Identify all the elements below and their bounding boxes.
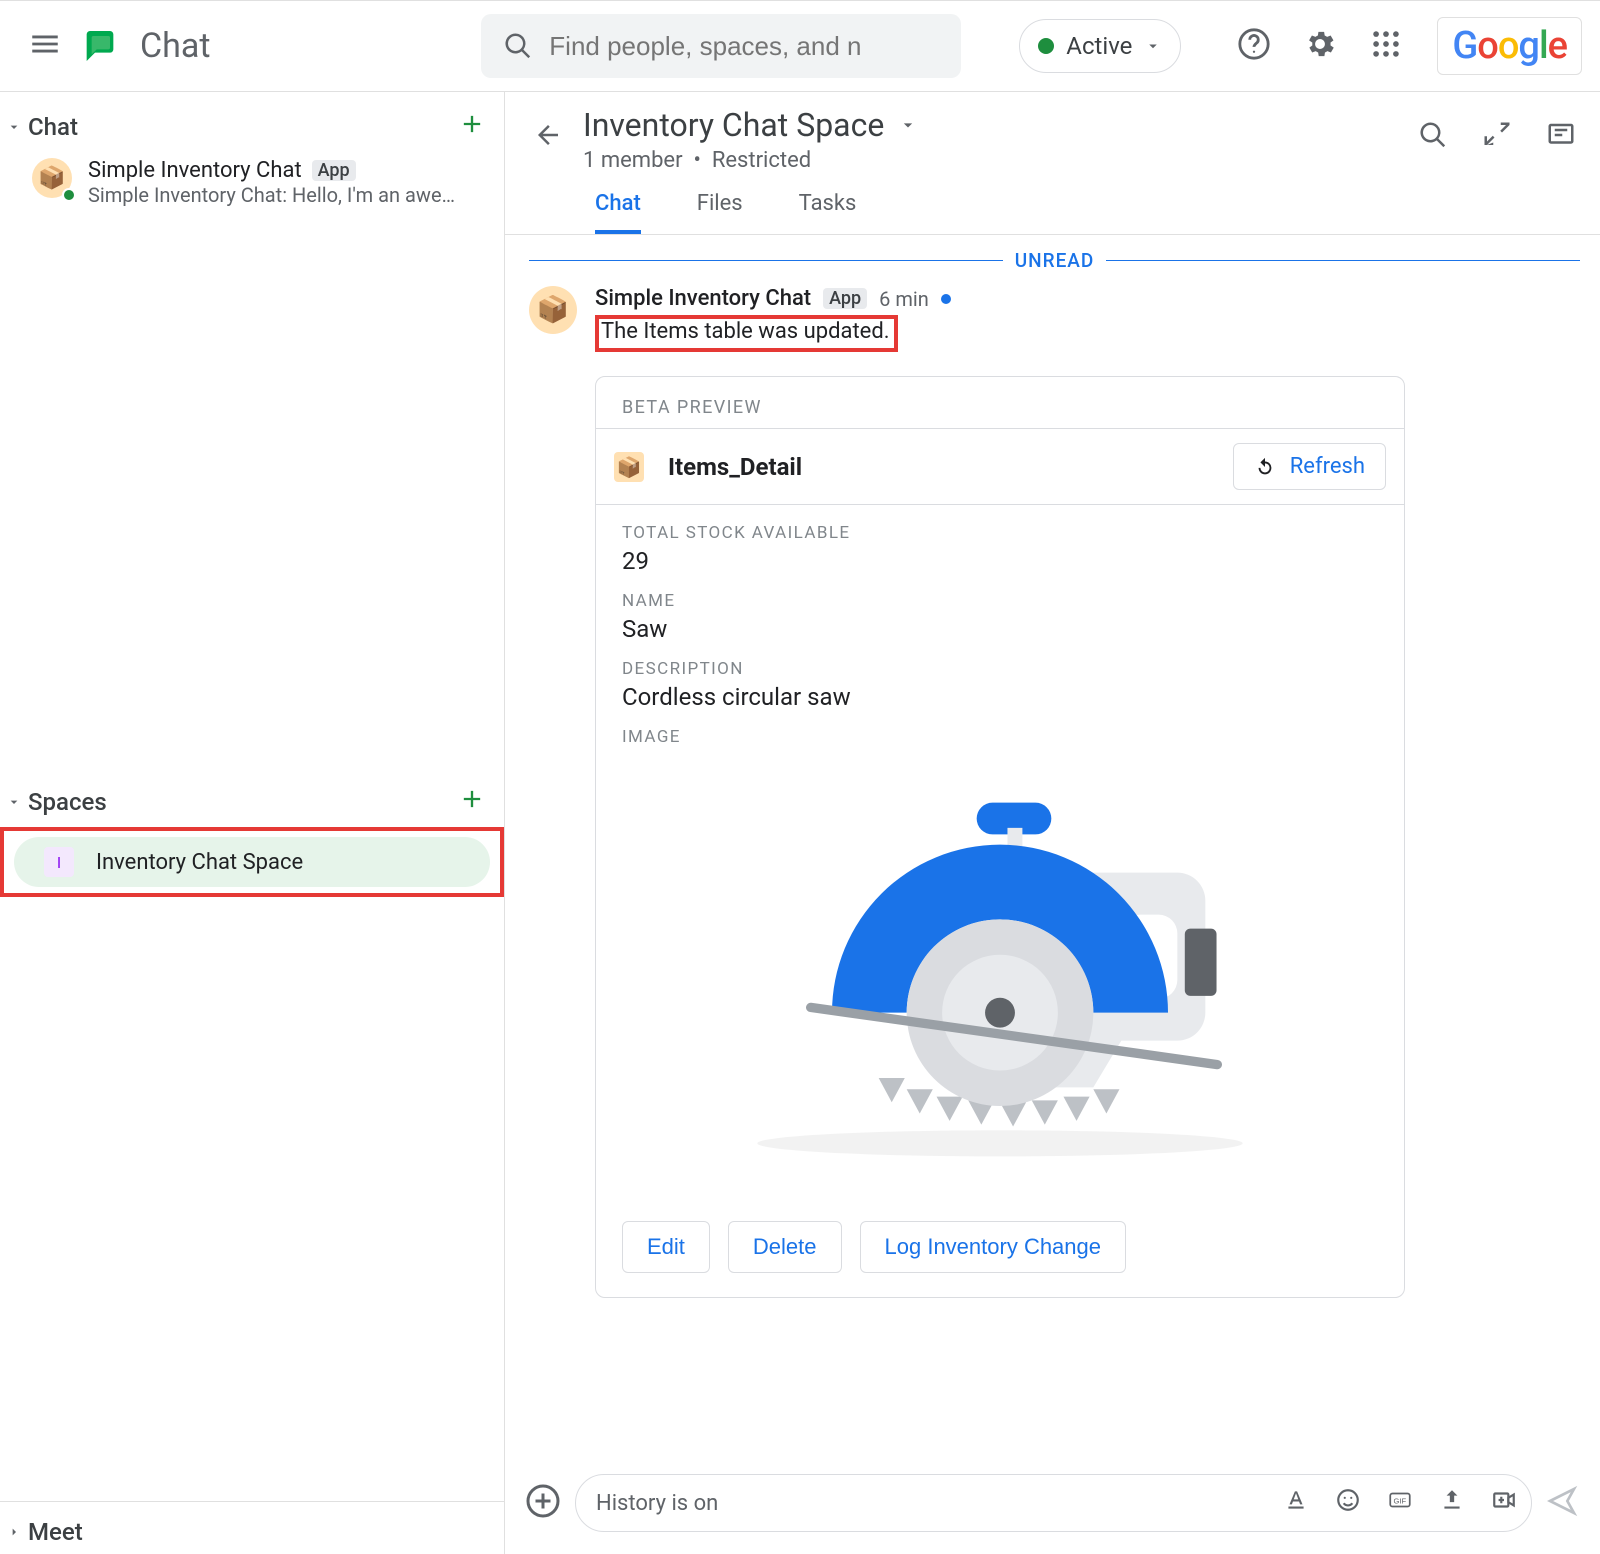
main-menu-icon[interactable] <box>28 27 62 65</box>
chat-item[interactable]: 📦 Simple Inventory Chat App Simple Inven… <box>0 152 504 217</box>
space-header-actions <box>1418 106 1576 154</box>
message-sender: Simple Inventory Chat <box>595 286 811 311</box>
unread-dot-icon <box>941 294 951 304</box>
space-title: Inventory Chat Space <box>583 106 884 144</box>
chat-section-label: Chat <box>28 113 78 141</box>
composer-row: History is on GIF <box>505 1456 1600 1554</box>
meet-section-label: Meet <box>28 1518 83 1546</box>
sidebar: Chat 📦 Simple Inventory Chat App Simple … <box>0 92 505 1554</box>
highlighted-space-region: I Inventory Chat Space <box>0 827 504 897</box>
top-bar-actions <box>1237 27 1403 65</box>
chat-panel-icon[interactable] <box>1546 120 1576 154</box>
stock-label: TOTAL STOCK AVAILABLE <box>622 523 1378 543</box>
search-in-space-icon[interactable] <box>1418 120 1448 154</box>
chat-item-title: Simple Inventory Chat <box>88 158 302 183</box>
space-meta: 1 member • Restricted <box>583 148 918 173</box>
send-button[interactable] <box>1546 1485 1578 1521</box>
tab-chat[interactable]: Chat <box>595 191 641 234</box>
status-label: Active <box>1066 32 1132 60</box>
app-badge: App <box>312 160 356 181</box>
help-icon[interactable] <box>1237 27 1271 65</box>
space-tabs: Chat Files Tasks <box>505 173 1600 235</box>
refresh-label: Refresh <box>1290 454 1365 479</box>
message-avatar: 📦 <box>529 286 577 334</box>
text-format-icon[interactable] <box>1283 1487 1309 1519</box>
emoji-icon[interactable] <box>1335 1487 1361 1519</box>
chat-logo[interactable]: Chat <box>80 26 210 66</box>
delete-button[interactable]: Delete <box>728 1221 842 1273</box>
tab-tasks[interactable]: Tasks <box>799 191 857 234</box>
caret-down-icon <box>6 119 22 135</box>
space-item[interactable]: I Inventory Chat Space <box>14 837 490 887</box>
upload-icon[interactable] <box>1439 1487 1465 1519</box>
name-label: NAME <box>622 591 1378 611</box>
top-bar: Chat Active Google <box>0 0 1600 92</box>
meet-section-header[interactable]: Meet <box>0 1501 504 1554</box>
space-member-count: 1 member <box>583 148 683 173</box>
message-time: 6 min <box>879 287 929 311</box>
svg-text:GIF: GIF <box>1394 1496 1407 1505</box>
card-actions: Edit Delete Log Inventory Change <box>596 1221 1404 1297</box>
add-attachment-button[interactable] <box>525 1483 561 1523</box>
image-label: IMAGE <box>622 727 1378 747</box>
desc-label: DESCRIPTION <box>622 659 1378 679</box>
back-button[interactable] <box>529 106 583 154</box>
status-dropdown[interactable]: Active <box>1019 19 1181 73</box>
google-account-button[interactable]: Google <box>1437 17 1582 75</box>
chat-section-header[interactable]: Chat <box>0 102 504 152</box>
composer-formatting-icons: GIF <box>1283 1487 1517 1519</box>
messages-area: UNREAD 📦 Simple Inventory Chat App 6 min… <box>505 235 1600 1456</box>
space-item-name: Inventory Chat Space <box>96 850 303 875</box>
composer-input[interactable]: History is on GIF <box>575 1474 1532 1532</box>
space-avatar: I <box>44 847 74 877</box>
spaces-section-header[interactable]: Spaces <box>0 777 504 827</box>
unread-label: UNREAD <box>1015 249 1095 272</box>
unread-divider: UNREAD <box>529 249 1580 272</box>
card-title: Items_Detail <box>668 453 802 481</box>
collapse-icon[interactable] <box>1482 120 1512 154</box>
app-badge: App <box>823 288 867 309</box>
caret-right-icon <box>6 1524 22 1540</box>
presence-dot-icon <box>1038 38 1054 54</box>
chevron-down-icon[interactable] <box>898 115 918 135</box>
composer-placeholder: History is on <box>596 1491 1283 1516</box>
edit-button[interactable]: Edit <box>622 1221 710 1273</box>
main-panel: Inventory Chat Space 1 member • Restrict… <box>505 92 1600 1554</box>
search-input[interactable] <box>549 31 939 62</box>
card-header: 📦 Items_Detail Refresh <box>596 428 1404 505</box>
name-value: Saw <box>622 615 1378 643</box>
card-beta-label: BETA PREVIEW <box>596 377 1404 428</box>
video-call-icon[interactable] <box>1491 1487 1517 1519</box>
space-header: Inventory Chat Space 1 member • Restrict… <box>505 92 1600 173</box>
gif-icon[interactable]: GIF <box>1387 1487 1413 1519</box>
search-box[interactable] <box>481 14 961 78</box>
space-restricted-label: Restricted <box>712 148 811 173</box>
box-icon: 📦 <box>614 452 644 482</box>
stock-value: 29 <box>622 547 1378 575</box>
message: 📦 Simple Inventory Chat App 6 min The It… <box>529 286 1580 1298</box>
tab-files[interactable]: Files <box>697 191 743 234</box>
log-change-button[interactable]: Log Inventory Change <box>860 1221 1127 1273</box>
message-text-highlighted: The Items table was updated. <box>595 315 898 352</box>
desc-value: Cordless circular saw <box>622 683 1378 711</box>
app-name: Chat <box>140 26 210 66</box>
refresh-icon <box>1254 456 1276 478</box>
settings-icon[interactable] <box>1303 27 1337 65</box>
presence-dot-icon <box>62 188 76 202</box>
refresh-button[interactable]: Refresh <box>1233 443 1386 490</box>
search-icon <box>503 31 533 61</box>
apps-grid-icon[interactable] <box>1369 27 1403 65</box>
circular-saw-illustration <box>720 770 1280 1162</box>
item-card: BETA PREVIEW 📦 Items_Detail Refresh TO <box>595 376 1405 1298</box>
item-image <box>622 751 1378 1181</box>
chevron-down-icon <box>1144 37 1162 55</box>
spaces-section-label: Spaces <box>28 788 107 816</box>
chat-item-avatar: 📦 <box>32 158 72 198</box>
new-space-button[interactable] <box>458 785 486 819</box>
caret-down-icon <box>6 794 22 810</box>
chat-item-preview: Simple Inventory Chat: Hello, I'm an awe… <box>88 183 490 207</box>
new-chat-button[interactable] <box>458 110 486 144</box>
